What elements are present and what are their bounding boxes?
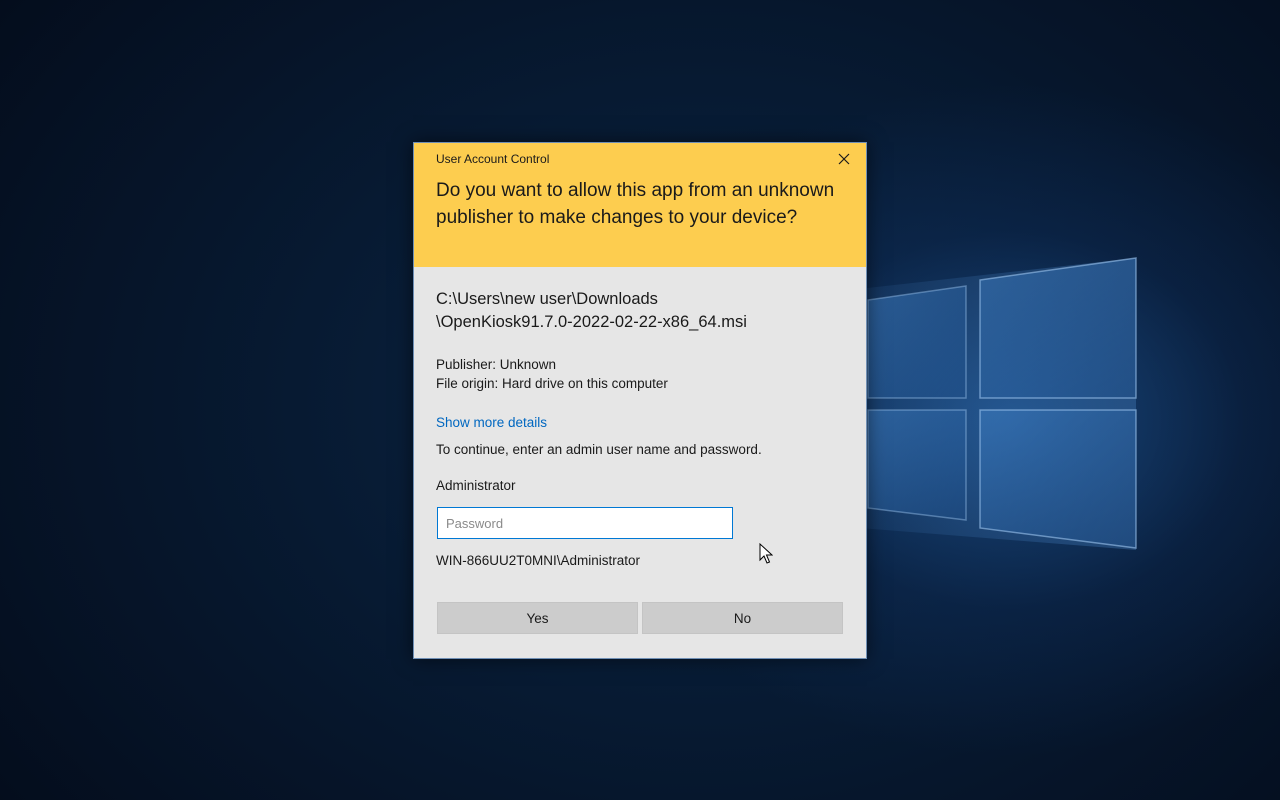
- desktop-background: User Account Control Do you want to allo…: [0, 0, 1280, 800]
- account-name-label: Administrator: [436, 478, 516, 493]
- mouse-cursor-icon: [759, 543, 773, 564]
- show-more-details-link[interactable]: Show more details: [436, 415, 547, 430]
- yes-button[interactable]: Yes: [437, 602, 638, 634]
- dialog-headline: Do you want to allow this app from an un…: [436, 180, 835, 228]
- no-button[interactable]: No: [642, 602, 843, 634]
- publisher-text: Publisher: Unknown: [436, 357, 557, 372]
- file-path-line-2: \OpenKiosk91.7.0-2022-02-22-x86_64.msi: [436, 313, 747, 331]
- instruction-text: To continue, enter an admin user name an…: [436, 442, 762, 457]
- dialog-title: User Account Control: [436, 152, 550, 166]
- close-icon: [838, 153, 850, 165]
- uac-dialog: User Account Control Do you want to allo…: [413, 142, 867, 659]
- file-path-line-1: C:\Users\new user\Downloads: [436, 290, 658, 308]
- dialog-header: User Account Control Do you want to allo…: [414, 143, 866, 267]
- file-origin-text: File origin: Hard drive on this computer: [436, 376, 668, 391]
- account-domain-text: WIN-866UU2T0MNI\Administrator: [436, 553, 641, 568]
- close-button[interactable]: [830, 148, 858, 170]
- password-input[interactable]: [437, 507, 733, 539]
